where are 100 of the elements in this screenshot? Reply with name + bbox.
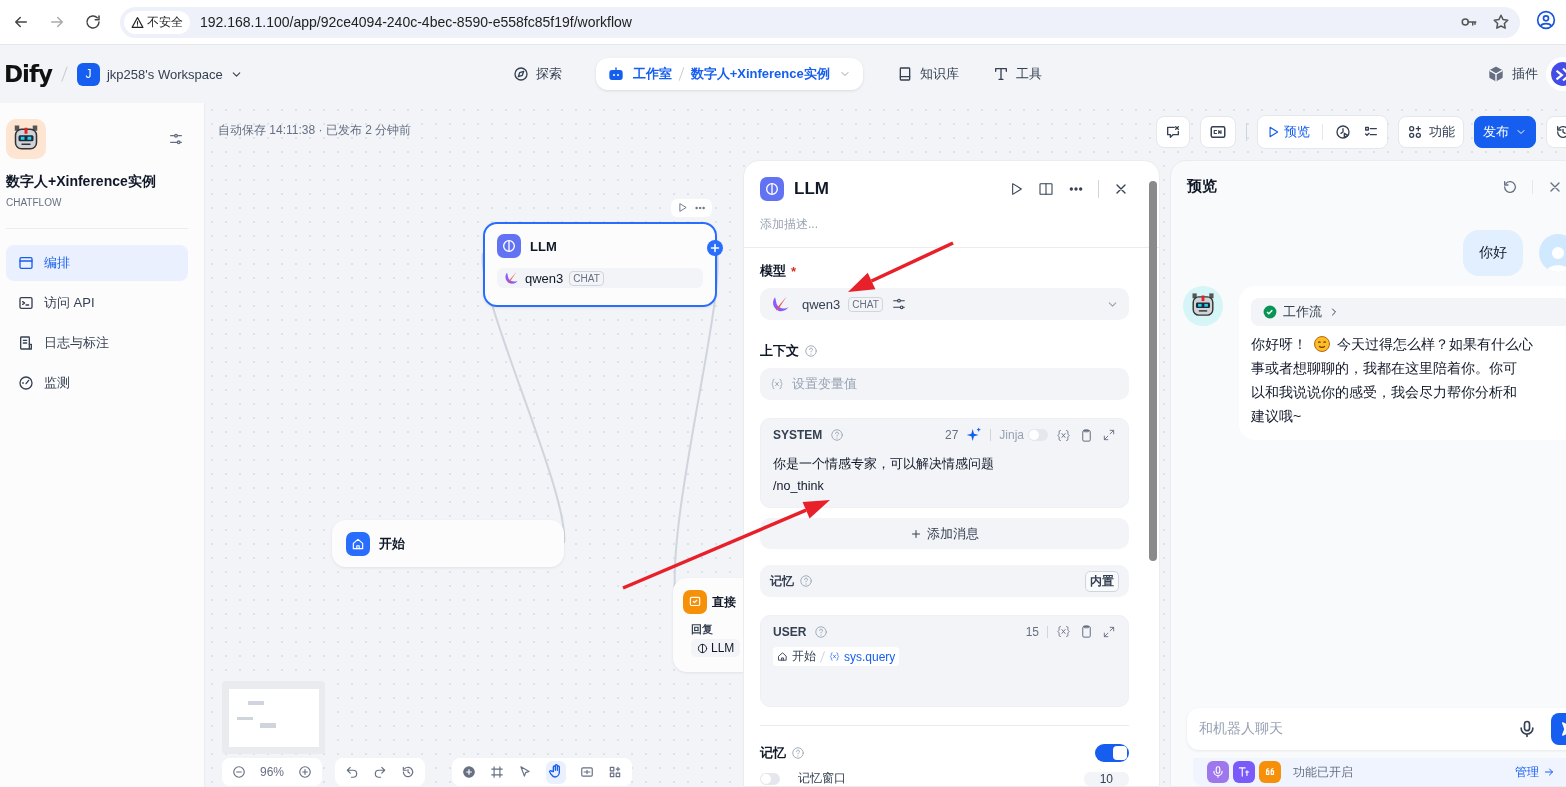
- answer-node[interactable]: 直接 回复 LLM: [673, 578, 743, 672]
- clipboard-icon[interactable]: [1079, 427, 1094, 443]
- publish-button[interactable]: 发布: [1474, 116, 1536, 148]
- variable-icon: [829, 651, 840, 662]
- play-icon: [1266, 125, 1280, 139]
- memory-window-value[interactable]: 10: [1083, 771, 1129, 786]
- help-icon: [799, 574, 813, 588]
- node-title: 直接: [712, 593, 736, 611]
- security-chip[interactable]: 不安全: [124, 10, 190, 34]
- field-label: 记忆: [760, 744, 786, 762]
- workspace-switcher[interactable]: J jkp258's Workspace: [77, 62, 243, 86]
- pointer-icon[interactable]: [518, 765, 532, 779]
- zoom-out-icon[interactable]: [232, 765, 246, 779]
- token-count: 15: [1025, 624, 1039, 639]
- help-icon: [814, 624, 829, 639]
- env-icon: [1209, 123, 1227, 141]
- settings-icon[interactable]: [168, 131, 184, 147]
- run-history-icon[interactable]: [1335, 124, 1351, 140]
- warning-icon: [131, 15, 144, 29]
- panel-title: LLM: [794, 179, 830, 199]
- sliders-icon: [890, 296, 907, 312]
- mic-icon: [1211, 765, 1225, 779]
- undo-icon[interactable]: [345, 765, 359, 779]
- preview-button[interactable]: 预览: [1266, 123, 1310, 141]
- robot-icon: [607, 66, 624, 82]
- memory-toggle[interactable]: [1095, 744, 1129, 762]
- mic-icon[interactable]: [1517, 719, 1537, 739]
- nav-tab[interactable]: 探索: [512, 65, 562, 83]
- model-mode-tag: CHAT: [848, 296, 883, 312]
- app-type: CHATFLOW: [6, 197, 63, 208]
- add-message-button[interactable]: 添加消息: [760, 518, 1129, 549]
- field-label: 回复: [691, 622, 714, 637]
- node-icon: [764, 181, 780, 197]
- features-status: 功能已开启: [1293, 763, 1353, 781]
- layout-icon[interactable]: [608, 765, 622, 779]
- plugins-button[interactable]: 插件: [1488, 65, 1538, 83]
- jinja-label: Jinja: [999, 428, 1024, 442]
- plus-icon: [709, 242, 721, 254]
- arrow-right-icon: [1543, 766, 1555, 778]
- chat-x-icon: [1165, 124, 1181, 140]
- conversation-vars-button[interactable]: [1156, 116, 1190, 148]
- play-icon[interactable]: [677, 202, 688, 213]
- add-icon[interactable]: [462, 765, 476, 779]
- nav-tab-label[interactable]: 工作室: [632, 65, 672, 83]
- reply-text: 建议哦~: [1251, 407, 1302, 426]
- nav-tab[interactable]: 知识库: [896, 65, 959, 83]
- add-node-button[interactable]: [707, 240, 723, 256]
- variable-chip[interactable]: 开始 sys.query: [773, 647, 900, 666]
- app-breadcrumb[interactable]: 数字人+Xinference实例: [690, 65, 830, 83]
- features-button[interactable]: 功能: [1398, 116, 1464, 148]
- note-icon[interactable]: [580, 765, 594, 779]
- history-icon[interactable]: [401, 765, 415, 779]
- address-url[interactable]: 192.168.1.100/app/92ce4094-240c-4bec-8590-e558fc85f19f/workflow: [200, 14, 1450, 30]
- memory-window-toggle[interactable]: [760, 772, 780, 785]
- prompt-role: SYSTEM: [773, 428, 823, 442]
- token-count: 27: [944, 428, 959, 442]
- expand-icon[interactable]: [1102, 428, 1116, 442]
- reload-icon[interactable]: [84, 13, 102, 31]
- jinja-toggle[interactable]: [1028, 429, 1048, 441]
- reply-text: 以和我说说你的感受，我会尽力帮你分析和: [1251, 383, 1517, 402]
- prompt-text-line[interactable]: 你是一个情感专家，可以解决情感问题: [773, 453, 1116, 475]
- sparkle-icon[interactable]: [966, 427, 983, 443]
- workflow-status[interactable]: 工作流: [1251, 298, 1566, 326]
- scrollbar[interactable]: [1149, 181, 1157, 561]
- sidebar-item[interactable]: 监测: [6, 365, 188, 401]
- env-button[interactable]: [1200, 116, 1236, 148]
- manage-link[interactable]: 管理: [1515, 763, 1555, 781]
- model-mode-tag: CHAT: [569, 270, 604, 286]
- plus-icon: [910, 527, 922, 540]
- zoom-level[interactable]: 96%: [260, 765, 285, 779]
- node-icon: [697, 642, 708, 654]
- nav-tab[interactable]: 工具: [992, 65, 1042, 83]
- redo-icon[interactable]: [373, 765, 387, 779]
- model-select[interactable]: qwen3 CHAT: [760, 288, 1129, 320]
- reply-text: 事或者想聊聊的，我都在这里陪着你。你可: [1251, 359, 1517, 378]
- sidebar-item[interactable]: 日志与标注: [6, 325, 188, 361]
- nav-tab[interactable]: 工作室 数字人+Xinference实例: [595, 58, 863, 90]
- help-icon: [791, 746, 805, 760]
- tool-icon: [992, 66, 1009, 82]
- star-icon[interactable]: [1492, 13, 1510, 31]
- profile-icon[interactable]: [1536, 10, 1556, 30]
- sidebar-item[interactable]: 访问 API: [6, 285, 188, 321]
- cube-icon: [1488, 66, 1504, 82]
- llm-node[interactable]: LLM qwen3 CHAT: [483, 222, 717, 307]
- clipboard-icon[interactable]: [1079, 624, 1094, 639]
- window-icon: [18, 255, 34, 271]
- variable-icon[interactable]: [1056, 624, 1071, 639]
- prompt-text-line[interactable]: /no_think: [773, 475, 1116, 497]
- app-logo[interactable]: Dify: [4, 61, 52, 87]
- panel-title: 预览: [1187, 177, 1218, 196]
- zoom-in-icon[interactable]: [298, 765, 313, 779]
- builtin-badge: 内置: [1085, 570, 1119, 592]
- variable-icon[interactable]: [1056, 427, 1071, 443]
- sidebar-item[interactable]: 编排: [6, 245, 188, 281]
- expand-icon[interactable]: [1102, 624, 1116, 639]
- start-node[interactable]: 开始: [332, 520, 564, 567]
- help-icon: [830, 428, 845, 442]
- gauge-icon: [18, 375, 34, 391]
- reset-icon[interactable]: [1502, 178, 1518, 195]
- variable-reference: LLM: [711, 641, 735, 655]
